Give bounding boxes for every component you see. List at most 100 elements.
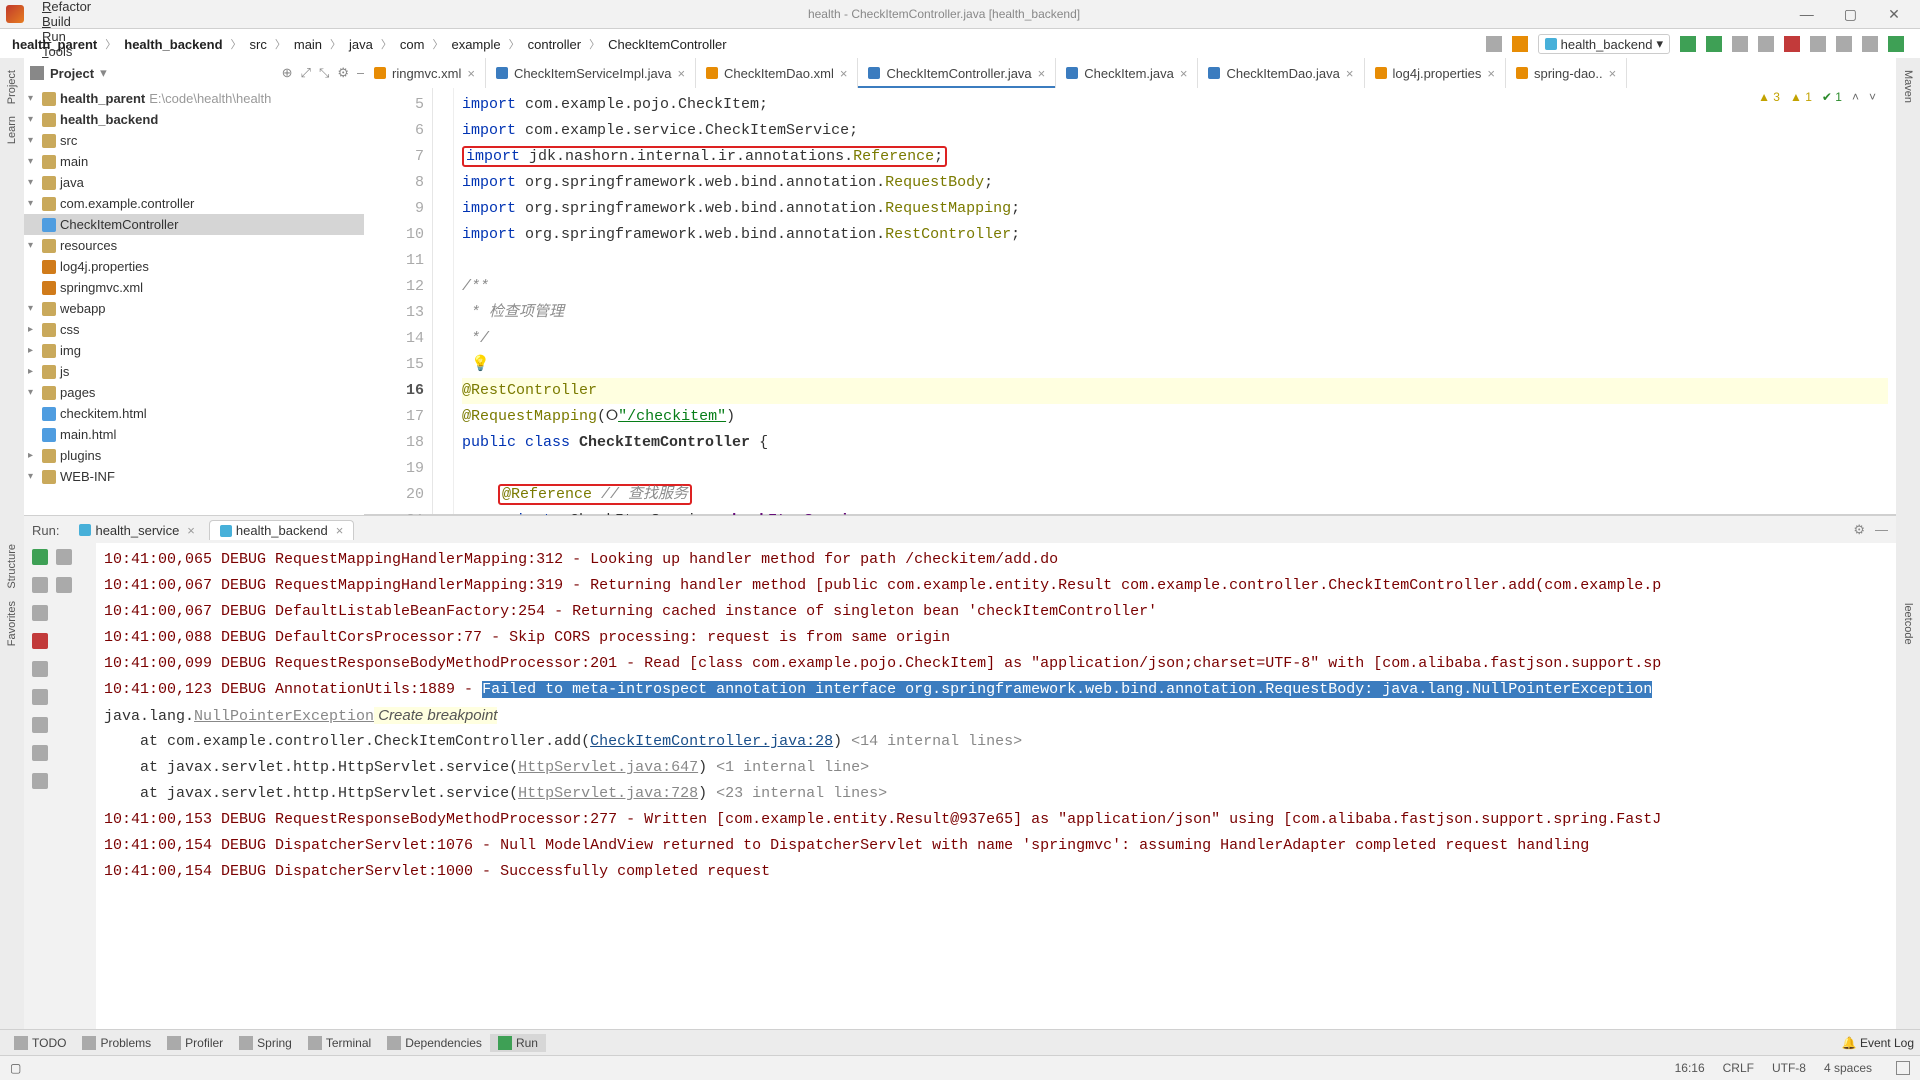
tree-item[interactable]: ▾main <box>24 151 364 172</box>
editor-tab[interactable]: CheckItemDao.java× <box>1198 58 1364 88</box>
event-log-button[interactable]: 🔔 Event Log <box>1842 1036 1914 1050</box>
caret-position[interactable]: 16:16 <box>1675 1061 1705 1075</box>
tree-expand-icon[interactable]: ▾ <box>28 471 40 482</box>
right-stripe-leetcode[interactable]: leetcode <box>1902 603 1914 645</box>
gutter-line-number[interactable]: 5 <box>368 92 424 118</box>
tree-item[interactable]: ▾resources <box>24 235 364 256</box>
translate-icon[interactable] <box>1810 36 1826 52</box>
breadcrumb-segment[interactable]: main <box>288 37 328 52</box>
right-stripe-maven[interactable]: Maven <box>1902 70 1914 103</box>
search-icon[interactable] <box>1836 36 1852 52</box>
tree-item[interactable]: ▾src <box>24 130 364 151</box>
print-icon[interactable] <box>32 745 48 761</box>
tree-item[interactable]: ▸plugins <box>24 445 364 466</box>
threads-icon[interactable] <box>56 549 72 565</box>
tree-item[interactable]: ▾webapp <box>24 298 364 319</box>
tool-window-terminal[interactable]: Terminal <box>300 1034 379 1052</box>
export-icon[interactable] <box>32 717 48 733</box>
tree-expand-icon[interactable]: ▾ <box>28 93 40 104</box>
run-tab[interactable]: health_service× <box>69 520 204 540</box>
breadcrumb-segment[interactable]: health_backend <box>118 37 228 52</box>
window-close-button[interactable]: ✕ <box>1874 6 1914 23</box>
tree-expand-icon[interactable]: ▸ <box>28 366 40 377</box>
gutter-line-number[interactable]: 17 <box>368 404 424 430</box>
stacktrace-link[interactable]: HttpServlet.java:728 <box>518 785 698 802</box>
breadcrumb-segment[interactable]: CheckItemController <box>602 37 733 52</box>
close-tab-icon[interactable]: × <box>1609 66 1617 81</box>
editor-tab[interactable]: spring-dao..× <box>1506 58 1627 88</box>
settings-gear-icon[interactable]: ⚙ <box>337 65 349 81</box>
left-stripe-structure[interactable]: Structure <box>6 544 18 589</box>
collapse-all-icon[interactable]: ⤡ <box>319 65 329 81</box>
tool-window-profiler[interactable]: Profiler <box>159 1034 231 1052</box>
coverage-icon[interactable] <box>1732 36 1748 52</box>
people-icon[interactable] <box>1486 36 1502 52</box>
editor-tab[interactable]: CheckItemServiceImpl.java× <box>486 58 696 88</box>
create-breakpoint-link[interactable]: Create breakpoint <box>374 707 497 724</box>
gutter-line-number[interactable]: 20 <box>368 482 424 508</box>
tree-item[interactable]: ▾com.example.controller <box>24 193 364 214</box>
gutter-line-number[interactable]: 16 <box>368 378 424 404</box>
editor-tab[interactable]: log4j.properties× <box>1365 58 1506 88</box>
tree-expand-icon[interactable]: ▾ <box>28 156 40 167</box>
status-corner-icon[interactable]: ▢ <box>10 1061 21 1075</box>
stacktrace-link[interactable]: CheckItemController.java:28 <box>590 733 833 750</box>
tree-expand-icon[interactable]: ▾ <box>28 387 40 398</box>
prev-highlight-icon[interactable]: ˄ <box>1852 90 1859 104</box>
tool-window-run[interactable]: Run <box>490 1034 546 1052</box>
tree-expand-icon[interactable]: ▸ <box>28 345 40 356</box>
profile-icon[interactable] <box>1758 36 1774 52</box>
menu-refactor[interactable]: Refactor <box>34 0 101 14</box>
tree-expand-icon[interactable]: ▾ <box>28 177 40 188</box>
tool-window-problems[interactable]: Problems <box>74 1034 159 1052</box>
run-hide-icon[interactable]: ― <box>1875 522 1888 538</box>
close-tab-icon[interactable]: × <box>840 66 848 81</box>
down-icon[interactable] <box>32 577 48 593</box>
stacktrace-link[interactable]: HttpServlet.java:647 <box>518 759 698 776</box>
tree-item[interactable]: ▸js <box>24 361 364 382</box>
file-encoding[interactable]: UTF-8 <box>1772 1061 1806 1075</box>
tree-item[interactable]: ▸img <box>24 340 364 361</box>
close-tab-icon[interactable]: × <box>1038 66 1046 81</box>
menu-build[interactable]: Build <box>34 14 101 29</box>
inspection-widget[interactable]: ▲ 3 ▲ 1 ✔ 1 ˄ ˅ <box>1758 90 1876 104</box>
tree-item[interactable]: CheckItemController <box>24 214 364 235</box>
gutter-line-number[interactable]: 6 <box>368 118 424 144</box>
tool-window-spring[interactable]: Spring <box>231 1034 300 1052</box>
tree-expand-icon[interactable]: ▾ <box>28 135 40 146</box>
tree-item[interactable]: ▾WEB-INF <box>24 466 364 487</box>
tree-item[interactable]: main.html <box>24 424 364 445</box>
line-separator[interactable]: CRLF <box>1723 1061 1754 1075</box>
stop-icon[interactable] <box>1784 36 1800 52</box>
project-view-dropdown[interactable]: ▾ <box>100 65 107 81</box>
gutter-line-number[interactable]: 11 <box>368 248 424 274</box>
gutter-line-number[interactable]: 8 <box>368 170 424 196</box>
window-minimize-button[interactable]: ― <box>1787 6 1827 22</box>
play-icon[interactable] <box>1888 36 1904 52</box>
read-only-lock-icon[interactable] <box>1896 1061 1910 1075</box>
rerun-icon[interactable] <box>32 549 48 565</box>
next-highlight-icon[interactable]: ˅ <box>1869 90 1876 104</box>
close-tab-icon[interactable]: × <box>1346 66 1354 81</box>
gutter-line-number[interactable]: 15 <box>368 352 424 378</box>
run-console[interactable]: 10:41:00,065 DEBUG RequestMappingHandler… <box>96 543 1896 1030</box>
close-tab-icon[interactable]: × <box>1180 66 1188 81</box>
folded-frames[interactable]: <23 internal lines> <box>716 785 887 802</box>
expand-all-icon[interactable]: ⤢ <box>301 65 311 81</box>
breadcrumb-segment[interactable]: example <box>445 37 506 52</box>
tree-expand-icon[interactable]: ▾ <box>28 303 40 314</box>
tree-expand-icon[interactable]: ▾ <box>28 240 40 251</box>
breadcrumb[interactable]: health_parent〉health_backend〉src〉main〉ja… <box>6 36 733 52</box>
indent-size[interactable]: 4 spaces <box>1824 1061 1872 1075</box>
editor-tab[interactable]: CheckItemDao.xml× <box>696 58 858 88</box>
layout-icon[interactable] <box>32 661 48 677</box>
close-tab-icon[interactable]: × <box>677 66 685 81</box>
stacktrace-link[interactable]: NullPointerException <box>194 708 374 725</box>
wrench-icon[interactable] <box>32 605 48 621</box>
editor-tab[interactable]: CheckItem.java× <box>1056 58 1198 88</box>
window-maximize-button[interactable]: ▢ <box>1830 6 1870 23</box>
settings-icon[interactable] <box>1862 36 1878 52</box>
left-stripe-favorites[interactable]: Favorites <box>6 601 18 646</box>
pin-icon[interactable] <box>32 773 48 789</box>
tree-item[interactable]: ▾health_backend <box>24 109 364 130</box>
